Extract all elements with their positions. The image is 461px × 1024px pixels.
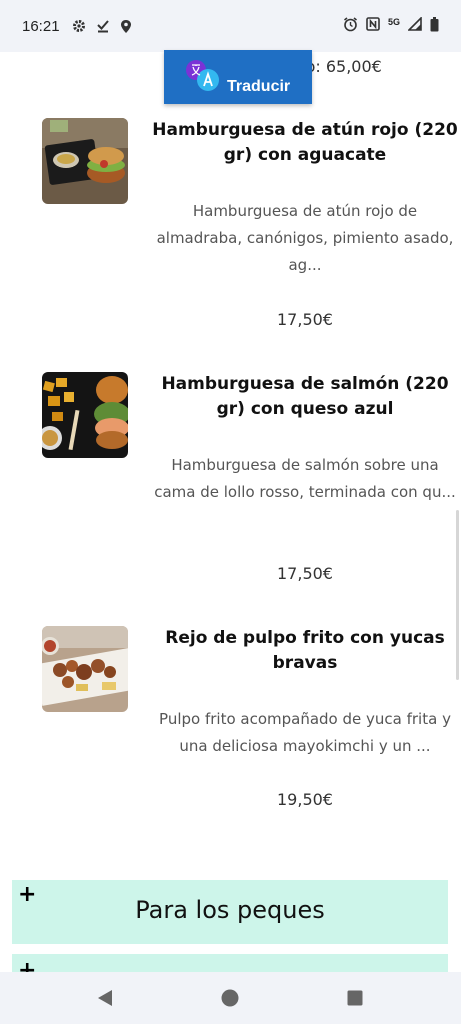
battery-icon bbox=[430, 16, 439, 36]
item-title: Hamburguesa de atún rojo (220 gr) con ag… bbox=[152, 120, 458, 165]
status-bar: 16:21 5G bbox=[0, 0, 461, 52]
item-description: Hamburguesa de salmón sobre una cama de … bbox=[154, 456, 456, 501]
home-icon bbox=[221, 989, 239, 1007]
section-header[interactable]: + bbox=[12, 954, 448, 972]
recents-button[interactable] bbox=[325, 972, 385, 1024]
translate-icon bbox=[186, 59, 222, 98]
translate-label: Traducir bbox=[227, 78, 291, 95]
item-description: Pulpo frito acompañado de yuca frita y u… bbox=[159, 710, 451, 755]
status-time: 16:21 bbox=[22, 17, 60, 35]
section-title: Para los peques bbox=[135, 896, 325, 924]
item-image bbox=[42, 372, 128, 458]
item-title: Rejo de pulpo frito con yucas bravas bbox=[165, 628, 445, 673]
item-price: 17,50€ bbox=[277, 310, 333, 329]
item-description: Hamburguesa de atún rojo de almadraba, c… bbox=[156, 202, 454, 274]
download-done-icon bbox=[96, 19, 110, 33]
scrollbar[interactable] bbox=[456, 510, 459, 680]
alarm-icon bbox=[343, 16, 358, 36]
back-button[interactable] bbox=[75, 972, 135, 1024]
translate-button[interactable]: Traducir bbox=[164, 50, 312, 104]
section-header-para-los-peques[interactable]: + Para los peques bbox=[12, 880, 448, 944]
item-title: Hamburguesa de salmón (220 gr) con queso… bbox=[161, 374, 449, 419]
nfc-icon bbox=[366, 17, 380, 35]
gear-icon bbox=[72, 19, 86, 33]
item-image bbox=[42, 118, 128, 204]
recents-icon bbox=[347, 990, 363, 1006]
navigation-bar bbox=[0, 972, 461, 1024]
item-price: 19,50€ bbox=[277, 790, 333, 809]
expand-icon: + bbox=[18, 958, 37, 972]
home-button[interactable] bbox=[200, 972, 260, 1024]
item-image bbox=[42, 626, 128, 712]
signal-icon bbox=[407, 16, 422, 35]
item-price: 17,50€ bbox=[277, 564, 333, 583]
location-icon bbox=[120, 19, 132, 34]
network-type: 5G bbox=[387, 17, 400, 27]
back-icon bbox=[98, 990, 112, 1006]
